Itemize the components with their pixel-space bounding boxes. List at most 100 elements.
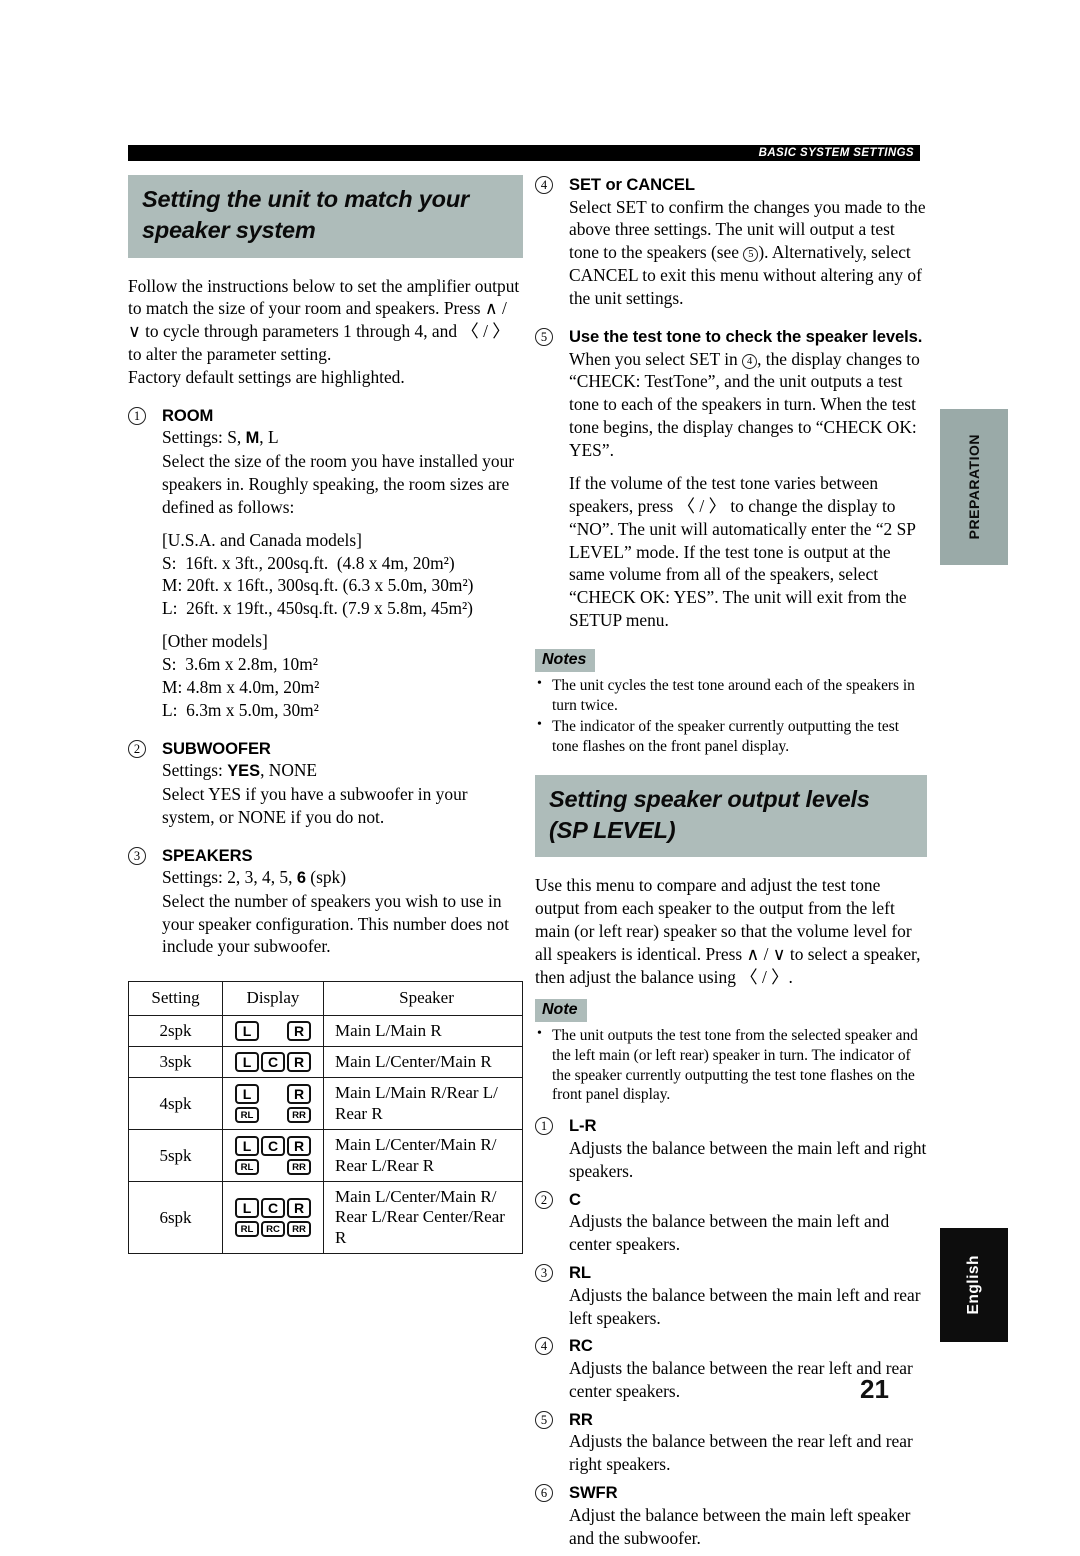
lcd-indicator-row: RL RR (235, 1107, 311, 1124)
table-header-row: Setting Display Speaker (128, 981, 523, 1016)
banner-line-2: (SP LEVEL) (549, 817, 676, 844)
body-part-a: When you select SET in (569, 348, 743, 369)
lcd-indicator-row: LR (235, 1020, 311, 1041)
sp-level-item-l-r: 1 L-R Adjusts the balance between the main… (535, 1116, 927, 1182)
sp-level-item-swfr: 6 SWFR Adjust the balance between the main… (535, 1483, 927, 1549)
cell-setting: 2spk (128, 1014, 223, 1048)
speakers-settings-line: Settings: 2, 3, 4, 5, 6 (spk) (162, 866, 523, 890)
settings-default: M (245, 429, 260, 448)
room-group2-line-3: L: 6.3m x 5.0m, 30m² (162, 699, 319, 720)
lcd-indicator-rr-icon: RR (287, 1159, 311, 1176)
item-title: SPEAKERS (162, 845, 253, 865)
settings-options: S, M, L (227, 427, 279, 448)
room-body: Select the size of the room you have ins… (162, 451, 515, 517)
table-row: 2spk L R Main L/Main R (128, 1014, 523, 1048)
lcd-indicator-r-icon: R (287, 1020, 311, 1041)
settings-pre: 2, 3, 4, 5, (222, 867, 297, 888)
table-row: 6spk L C R RL RC RR Main L/Center/Main R/ Rear … (128, 1181, 523, 1255)
lcd-indicator-rl-icon: RL (235, 1107, 259, 1124)
lcd-indicator-spacer (261, 1084, 285, 1105)
lcd-indicator-row: LCR (235, 1052, 311, 1073)
subwoofer-body: Select YES if you have a subwoofer in yo… (162, 783, 468, 827)
bullet-item: The unit outputs the test tone from the … (535, 1025, 927, 1106)
cell-speaker: Main L/Main R/Rear L/ Rear R (323, 1077, 523, 1131)
settings-default: YES (227, 762, 261, 781)
item-number: 2 (535, 1190, 553, 1209)
sp-level-item-c: 2 C Adjusts the balance between the main l… (535, 1190, 927, 1256)
bullet-item: The unit cycles the test tone around eac… (535, 675, 927, 716)
lcd-indicator-c-icon: C (261, 1198, 285, 1219)
lcd-indicator-r-icon: R (287, 1198, 311, 1219)
lcd-indicator-r-icon: R (287, 1084, 311, 1105)
room-group1-heading: [U.S.A. and Canada models] (162, 529, 362, 550)
lcd-indicator-l-icon: L (235, 1198, 259, 1219)
banner-line-1: Setting the unit to match your (142, 186, 469, 212)
lcd-indicator-c-icon: C (261, 1052, 285, 1073)
section-banner-speaker-system: Setting the unit to match your speaker s… (128, 175, 523, 258)
lcd-indicator-row: LCR (235, 1198, 311, 1219)
lcd-indicator-l-icon: L (235, 1020, 259, 1041)
settings-label: Settings: (162, 867, 223, 888)
item-title: RR (569, 1409, 593, 1429)
sp-level-item-list: 1 L-R Adjusts the balance between the main… (535, 1116, 927, 1549)
lcd-indicator-group: L C R RL RC RR (229, 1198, 317, 1238)
item-body: Adjusts the balance between the main lef… (569, 1211, 890, 1255)
running-head-label: BASIC SYSTEM SETTINGS (758, 147, 914, 159)
inline-step-reference: 4 (742, 353, 758, 369)
item-number: 2 (128, 739, 146, 758)
banner-line-2: speaker system (142, 217, 316, 244)
speaker-configuration-table: Setting Display Speaker 2spk L R Main L/Mai… (128, 981, 523, 1255)
cell-display: LR (222, 1014, 324, 1048)
lcd-indicator-row: RL RR (235, 1159, 311, 1176)
side-tab-language-label: English (965, 1255, 982, 1315)
room-group2-heading: [Other models] (162, 631, 268, 652)
side-tab-preparation[interactable]: PREPARATION (940, 409, 1008, 565)
column-header-display: Display (222, 981, 324, 1016)
cell-setting: 5spk (128, 1129, 223, 1183)
lcd-indicator-spacer (261, 1020, 285, 1041)
page-number: 21 (860, 1374, 889, 1404)
lcd-indicator-rl-icon: RL (235, 1159, 259, 1176)
item-title: L-R (569, 1116, 597, 1136)
cell-speaker: Main L/Center/Main R (323, 1046, 523, 1079)
lcd-indicator-spacer (261, 1107, 285, 1124)
item-title: ROOM (162, 405, 214, 425)
right-column: 4 SET or CANCEL Select SET to confirm th… (535, 175, 927, 1556)
lcd-indicator-r-icon: R (287, 1136, 311, 1157)
setting-item-room: 1 ROOM Settings: S, M, L Select the size… (128, 406, 523, 722)
test-tone-body-2: If the volume of the test tone varies be… (569, 472, 916, 631)
cell-setting: 4spk (128, 1077, 223, 1131)
settings-label: Settings: (162, 427, 223, 448)
item-body: Adjusts the balance between the rear lef… (569, 1431, 913, 1475)
lcd-indicator-row: RL RC RR (235, 1221, 311, 1238)
test-tone-body-1: When you select SET in 4, the display ch… (569, 348, 927, 462)
speakers-body: Select the number of speakers you wish t… (162, 890, 509, 957)
note-tag: Note (535, 998, 587, 1022)
item-title: SWFR (569, 1483, 618, 1503)
item-number: 1 (535, 1117, 553, 1136)
item-number: 5 (535, 327, 553, 346)
cell-display: L R RL RR (222, 1077, 324, 1131)
intro-paragraph: Follow the instructions below to set the… (128, 275, 520, 365)
setting-item-set-or-cancel: 4 SET or CANCEL Select SET to confirm th… (535, 175, 927, 310)
room-group1-line-2: M: 20ft. x 16ft., 300sq.ft. (6.3 x 5.0m,… (162, 575, 474, 596)
item-number: 4 (535, 176, 553, 194)
setting-item-test-tone: 5 Use the test tone to check the speaker… (535, 327, 927, 632)
lcd-indicator-r-icon: R (287, 1052, 311, 1073)
item-title: SET or CANCEL (569, 175, 695, 194)
lcd-indicator-c-icon: C (261, 1136, 285, 1157)
lcd-indicator-group: LCR (229, 1052, 317, 1073)
room-group2-line-2: M: 4.8m x 4.0m, 20m² (162, 676, 320, 697)
cell-display: LCR (222, 1046, 324, 1079)
cell-display: L C R RL RR (222, 1129, 324, 1183)
cell-speaker: Main L/Center/Main R/ Rear L/Rear Center… (323, 1181, 523, 1255)
sp-level-intro: Use this menu to compare and adjust the … (535, 875, 921, 987)
lcd-indicator-l-icon: L (235, 1084, 259, 1105)
lcd-indicator-rr-icon: RR (287, 1221, 311, 1238)
item-title: RC (569, 1336, 593, 1356)
side-tab-language[interactable]: English (940, 1228, 1008, 1342)
left-column: Setting the unit to match your speaker s… (128, 175, 523, 1255)
side-tab-preparation-label: PREPARATION (966, 434, 982, 540)
cell-setting: 6spk (128, 1181, 223, 1255)
banner-line-1: Setting speaker output levels (549, 785, 870, 812)
